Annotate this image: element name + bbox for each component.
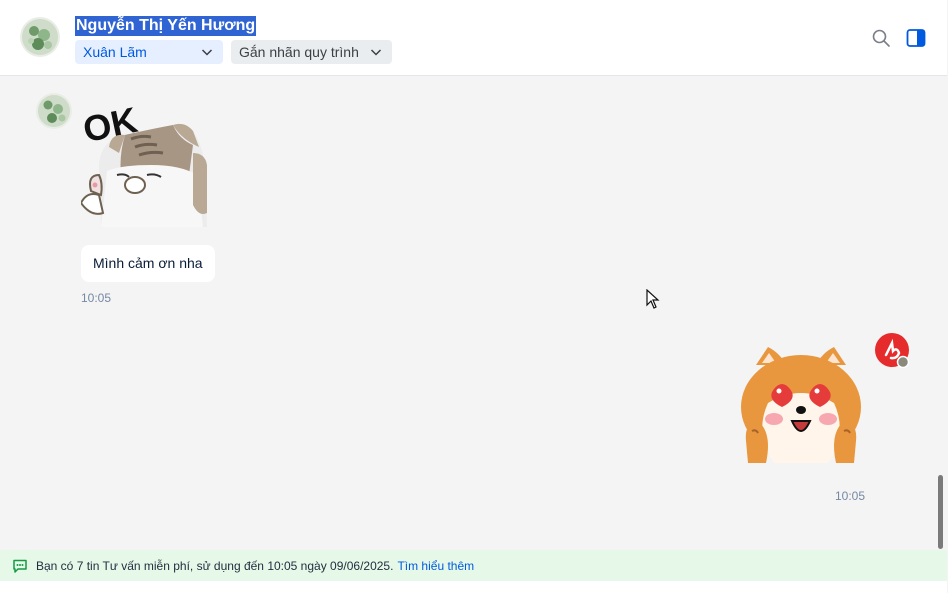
conversation-header: Nguyễn Thị Yến Hương Xuân Lãm Gắn nhãn q… bbox=[0, 0, 947, 76]
chat-scrollbar[interactable] bbox=[938, 475, 943, 549]
message-time: 10:05 bbox=[835, 489, 866, 503]
ok-cat-sticker[interactable]: OK bbox=[81, 95, 211, 229]
assignee-dropdown[interactable]: Xuân Lãm bbox=[75, 40, 223, 64]
search-icon[interactable] bbox=[871, 28, 891, 48]
notice-text: Bạn có 7 tin Tư vấn miễn phí, sử dụng đế… bbox=[36, 558, 394, 573]
composer-area[interactable] bbox=[0, 581, 947, 593]
assignee-label: Xuân Lãm bbox=[83, 44, 147, 60]
side-panel-icon[interactable] bbox=[906, 28, 926, 48]
chevron-down-icon bbox=[370, 49, 382, 56]
free-message-notice: Bạn có 7 tin Tư vấn miễn phí, sử dụng đế… bbox=[0, 550, 947, 581]
message-list[interactable]: OK Mình cảm ơn nha 10:05 10:05 bbox=[0, 77, 939, 549]
message-time: 10:05 bbox=[81, 291, 112, 305]
learn-more-link[interactable]: Tìm hiểu thêm bbox=[397, 559, 474, 573]
shop-avatar[interactable] bbox=[875, 333, 910, 368]
message-bubble[interactable]: Mình cảm ơn nha bbox=[81, 245, 215, 282]
chat-bubble-icon bbox=[13, 559, 27, 573]
chat-window: Nguyễn Thị Yến Hương Xuân Lãm Gắn nhãn q… bbox=[0, 0, 948, 593]
chevron-down-icon bbox=[201, 49, 213, 56]
sender-avatar[interactable] bbox=[36, 93, 72, 129]
heart-eyes-shiba-sticker[interactable] bbox=[738, 345, 864, 469]
contact-avatar[interactable] bbox=[20, 17, 60, 57]
tag-label: Gắn nhãn quy trình bbox=[239, 44, 359, 60]
contact-name[interactable]: Nguyễn Thị Yến Hương bbox=[75, 16, 257, 36]
mouse-pointer-icon bbox=[646, 289, 660, 309]
tag-dropdown[interactable]: Gắn nhãn quy trình bbox=[231, 40, 392, 64]
